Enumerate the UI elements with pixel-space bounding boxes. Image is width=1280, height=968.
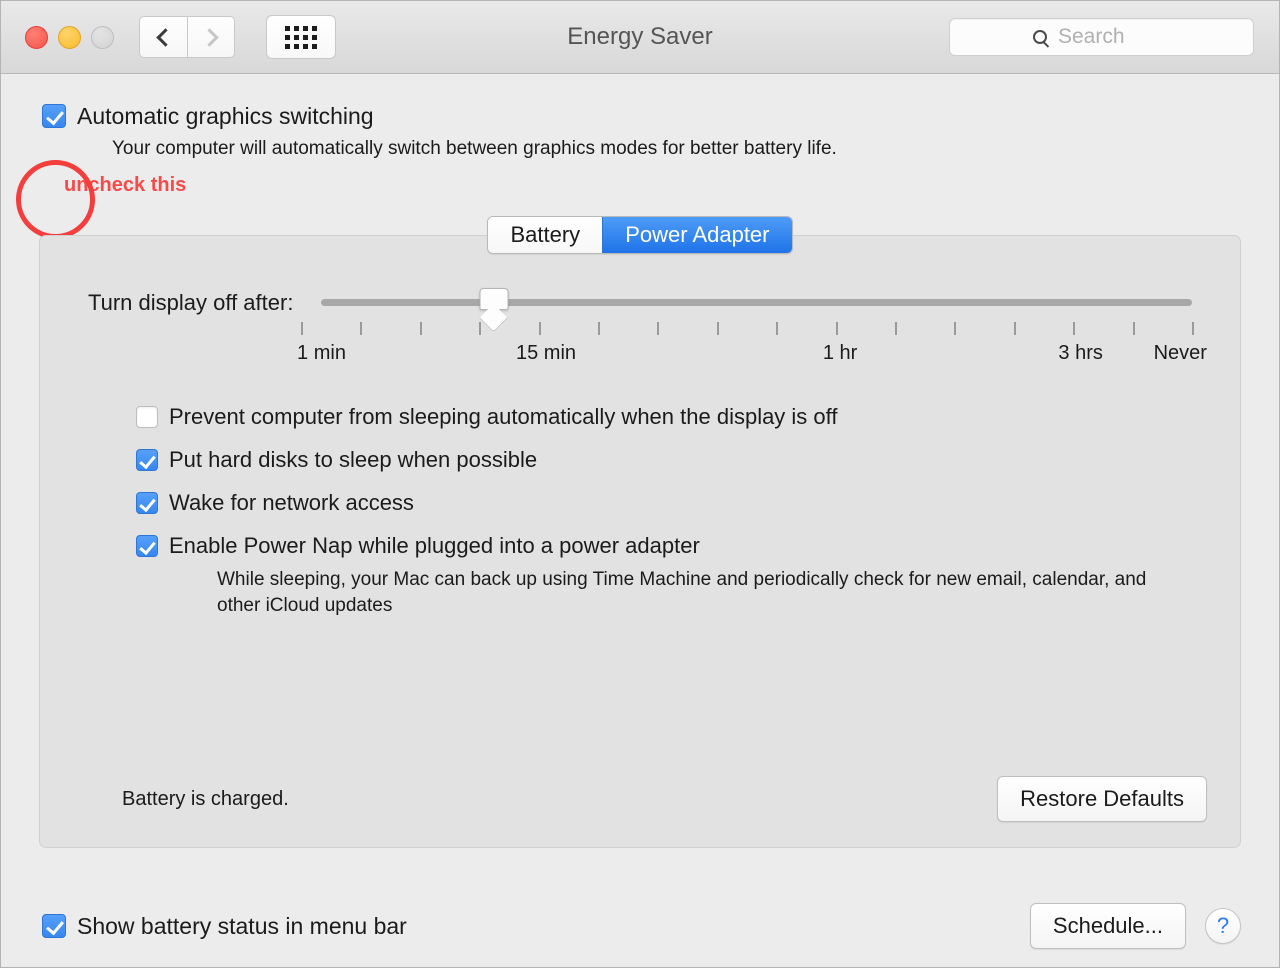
option-checkbox[interactable] bbox=[136, 492, 158, 514]
back-button[interactable] bbox=[139, 16, 187, 58]
slider-tick bbox=[954, 322, 957, 335]
minimize-button[interactable] bbox=[58, 25, 81, 49]
show-battery-status-row[interactable]: Show battery status in menu bar bbox=[42, 913, 407, 940]
option-row[interactable]: Prevent computer from sleeping automatic… bbox=[136, 406, 1192, 428]
help-button[interactable]: ? bbox=[1205, 908, 1241, 944]
close-button[interactable] bbox=[25, 25, 48, 49]
slider-tick bbox=[835, 322, 838, 335]
option-row[interactable]: Enable Power Nap while plugged into a po… bbox=[136, 535, 1192, 557]
display-sleep-label: Turn display off after: bbox=[88, 290, 294, 315]
zoom-button bbox=[91, 25, 114, 49]
slider-tick-label: 3 hrs bbox=[1058, 342, 1103, 364]
slider-tick bbox=[894, 322, 897, 335]
chevron-left-icon bbox=[156, 27, 175, 47]
window-footer: Show battery status in menu bar Schedule… bbox=[1, 885, 1279, 967]
slider-tick-marks bbox=[301, 322, 1194, 336]
settings-panel: Turn display off after: 1 min 15 min 1 hr 3… bbox=[39, 235, 1241, 848]
option-label: Prevent computer from sleeping automatic… bbox=[169, 404, 838, 429]
search-icon bbox=[1033, 30, 1047, 44]
preferences-body: Automatic graphics switching Your comput… bbox=[1, 74, 1279, 885]
slider-tick-labels: 1 min 15 min 1 hr 3 hrs Never bbox=[297, 342, 1207, 368]
automatic-graphics-switching-description: Your computer will automatically switch … bbox=[112, 138, 837, 159]
panel-footer: Battery is charged. Restore Defaults bbox=[88, 776, 1207, 822]
navigation-buttons bbox=[139, 16, 235, 58]
window-titlebar: Energy Saver Search bbox=[1, 1, 1279, 74]
forward-button bbox=[187, 16, 235, 58]
option-label: Wake for network access bbox=[169, 490, 414, 515]
option-checkbox[interactable] bbox=[136, 535, 158, 557]
slider-tick bbox=[538, 322, 541, 335]
slider-tick bbox=[657, 322, 660, 335]
battery-status-text: Battery is charged. bbox=[122, 787, 289, 810]
footer-actions: Schedule... ? bbox=[1029, 903, 1241, 949]
option-row[interactable]: Put hard disks to sleep when possible bbox=[136, 449, 1192, 471]
slider-tick-label: Never bbox=[1153, 342, 1207, 364]
tab-bar: Battery Power Adapter bbox=[39, 216, 1241, 254]
energy-saver-window: Energy Saver Search Automatic graphics s… bbox=[0, 0, 1280, 968]
slider-thumb[interactable] bbox=[479, 288, 509, 310]
slider-tick bbox=[479, 322, 482, 335]
schedule-button[interactable]: Schedule... bbox=[1029, 903, 1186, 949]
slider-tick bbox=[776, 322, 779, 335]
slider-tick bbox=[1192, 322, 1194, 335]
option-label: Enable Power Nap while plugged into a po… bbox=[169, 533, 700, 558]
segmented-control: Battery Power Adapter bbox=[487, 216, 793, 254]
slider-tick bbox=[597, 322, 600, 335]
slider-tick bbox=[301, 322, 303, 335]
annotation-label: uncheck this bbox=[64, 174, 187, 196]
slider-tick bbox=[1073, 322, 1076, 335]
traffic-lights bbox=[25, 25, 114, 49]
options-list: Prevent computer from sleeping automatic… bbox=[136, 406, 1192, 619]
restore-defaults-button[interactable]: Restore Defaults bbox=[997, 776, 1207, 822]
slider-tick-label: 1 min bbox=[297, 342, 346, 364]
slider-tick bbox=[419, 322, 422, 335]
tab-power-adapter[interactable]: Power Adapter bbox=[602, 217, 792, 253]
chevron-right-icon bbox=[199, 27, 219, 47]
slider-track[interactable] bbox=[321, 299, 1192, 306]
slider-tick-label: 15 min bbox=[516, 342, 577, 364]
search-placeholder: Search bbox=[1058, 25, 1125, 48]
option-description: While sleeping, your Mac can back up usi… bbox=[217, 569, 1147, 616]
slider-tick bbox=[716, 322, 719, 335]
option-checkbox[interactable] bbox=[136, 406, 158, 428]
show-all-button[interactable] bbox=[266, 15, 336, 59]
search-field[interactable]: Search bbox=[949, 18, 1254, 56]
display-sleep-slider[interactable] bbox=[321, 288, 1192, 318]
tab-battery[interactable]: Battery bbox=[488, 217, 603, 253]
slider-tick bbox=[360, 322, 363, 335]
show-battery-status-checkbox[interactable] bbox=[42, 914, 66, 938]
option-label: Put hard disks to sleep when possible bbox=[169, 447, 538, 472]
show-battery-status-label: Show battery status in menu bar bbox=[77, 912, 407, 939]
automatic-graphics-switching-label: Automatic graphics switching bbox=[77, 103, 374, 129]
option-row[interactable]: Wake for network access bbox=[136, 492, 1192, 514]
automatic-graphics-switching-row[interactable]: Automatic graphics switching bbox=[42, 74, 1241, 128]
slider-tick bbox=[1013, 322, 1016, 335]
slider-tick bbox=[1132, 322, 1135, 335]
automatic-graphics-switching-checkbox[interactable] bbox=[42, 104, 66, 128]
show-all-grid-icon bbox=[285, 25, 317, 49]
slider-tick-label: 1 hr bbox=[822, 342, 858, 364]
option-checkbox[interactable] bbox=[136, 449, 158, 471]
